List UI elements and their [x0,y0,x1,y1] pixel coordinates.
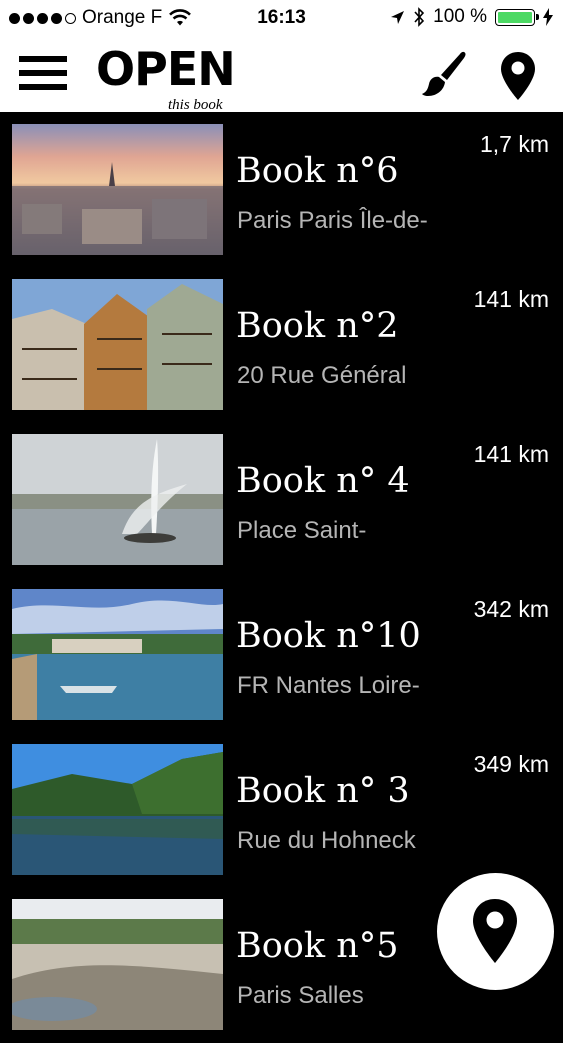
map-pin-icon [473,899,517,963]
book-location: Place Saint- [237,517,367,544]
book-location: Rue du Hohneck [237,827,416,854]
book-distance: 1,7 km [479,131,549,157]
list-item[interactable]: 141 km Book n° 4 Place Saint- [0,423,563,578]
book-list: 1,7 km Book n°6 Paris Paris Île-de- 141 … [0,113,563,1030]
list-item[interactable]: 141 km Book n°2 20 Rue Général [0,268,563,423]
book-distance: 141 km [473,286,549,312]
list-item[interactable]: 349 km Book n° 3 Rue du Hohneck [0,733,563,888]
book-thumbnail-houses [12,279,223,410]
status-right: 100 % [390,6,553,28]
book-thumbnail-harbour [12,589,223,720]
battery-percent: 100 % [433,6,487,27]
list-item[interactable]: 342 km Book n°10 FR Nantes Loire- [0,578,563,733]
hamburger-menu-icon[interactable] [19,54,67,92]
book-thumbnail-lake [12,744,223,875]
book-location: Paris Salles [237,982,364,1009]
book-title: Book n° 4 [236,461,410,501]
book-title: Book n°2 [236,306,399,346]
app-logo: OPEN this book [96,42,236,113]
charging-icon [543,8,553,26]
book-thumbnail-garden [12,899,223,1030]
paintbrush-icon[interactable] [420,50,468,102]
status-bar: Orange F 16:13 100 % [0,0,563,36]
book-title: Book n° 3 [236,771,410,811]
list-item[interactable]: 1,7 km Book n°6 Paris Paris Île-de- [0,113,563,268]
book-thumbnail-fountain [12,434,223,565]
book-location: Paris Paris Île-de- [237,207,428,234]
logo-text: OPEN [96,42,236,96]
map-fab-button[interactable] [437,873,554,990]
location-arrow-icon [391,10,405,24]
book-title: Book n°10 [236,616,421,656]
book-title: Book n°6 [236,151,399,191]
book-title: Book n°5 [236,926,399,966]
book-location: FR Nantes Loire- [237,672,420,699]
app-header: OPEN this book [0,36,563,113]
bluetooth-icon [414,7,425,27]
book-distance: 349 km [473,751,549,777]
book-location: 20 Rue Général [237,362,407,389]
map-pin-icon[interactable] [498,50,538,102]
battery-icon [495,8,539,26]
book-distance: 141 km [473,441,549,467]
book-thumbnail-paris [12,124,223,255]
logo-subtitle: this book [168,97,223,113]
book-distance: 342 km [473,596,549,622]
